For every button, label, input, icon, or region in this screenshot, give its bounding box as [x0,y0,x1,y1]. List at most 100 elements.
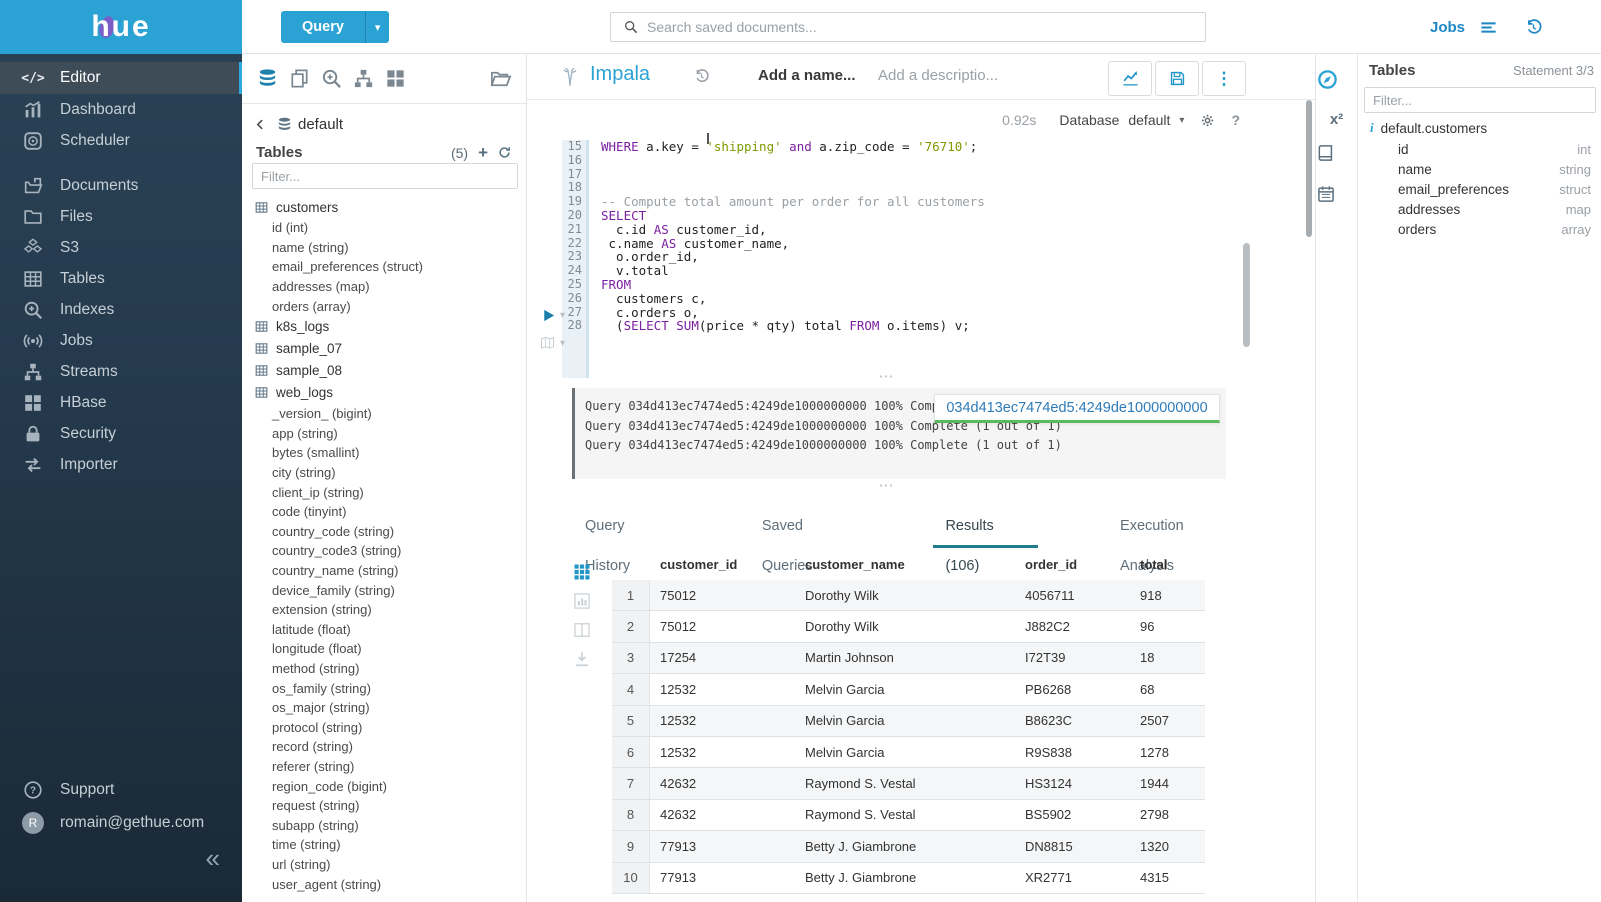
column-item[interactable]: method (string) [242,659,526,679]
info-icon[interactable]: i [1370,120,1374,136]
back-chevron-icon[interactable] [254,118,267,131]
column-item[interactable]: country_code3 (string) [242,541,526,561]
help-icon[interactable]: ? [1231,112,1240,128]
column-item[interactable]: country_code (string) [242,522,526,542]
hdfs-assist-icon[interactable] [352,67,375,90]
breadcrumb-database[interactable]: default [298,116,343,133]
assist-compass-icon[interactable] [1316,68,1339,91]
column-item[interactable]: os_major (string) [242,698,526,718]
right-column-item[interactable]: addressesmap [1358,200,1601,220]
chart-view-icon[interactable] [572,591,592,611]
column-item[interactable]: city (string) [242,463,526,483]
active-table-row[interactable]: i default.customers [1370,120,1487,136]
column-item[interactable]: id (int) [242,218,526,238]
refresh-tables-icon[interactable] [497,145,512,160]
columns-view-icon[interactable] [572,620,592,640]
collapse-sidebar-button[interactable]: « [0,840,242,902]
column-header[interactable]: total [1122,557,1205,572]
column-item[interactable]: client_ip (string) [242,482,526,502]
sidebar-item-jobs[interactable]: Jobs [0,325,242,356]
solr-assist-icon[interactable] [320,67,343,90]
language-docs-icon[interactable] [1316,143,1336,163]
column-item[interactable]: name (string) [242,238,526,258]
query-dropdown-caret-icon[interactable]: ▾ [365,11,390,43]
right-column-item[interactable]: ordersarray [1358,220,1601,240]
column-header[interactable]: order_id [1010,557,1122,572]
query-button-label[interactable]: Query [281,11,365,43]
column-item[interactable]: latitude (float) [242,620,526,640]
tab-execution-analysis[interactable]: Execution Analysis [1108,506,1245,548]
sidebar-item-indexes[interactable]: Indexes [0,294,242,325]
tab-results-106-[interactable]: Results (106) [933,506,1038,548]
code-editor[interactable]: 1516171819202122232425262728 WHERE a.key… [527,133,1257,378]
log-resize-handle[interactable]: ⋯ [857,372,917,382]
database-selector[interactable]: default [1128,112,1170,128]
functions-icon[interactable]: x² [1326,111,1348,128]
sidebar-item-tables[interactable]: Tables [0,263,242,294]
sidebar-item-security[interactable]: Security [0,418,242,449]
apps-assist-icon[interactable] [384,67,407,90]
column-item[interactable]: os_family (string) [242,678,526,698]
sidebar-item-s3[interactable]: S3 [0,232,242,263]
column-item[interactable]: referer (string) [242,757,526,777]
column-item[interactable]: time (string) [242,835,526,855]
right-panel-filter-input[interactable] [1364,87,1596,113]
column-item[interactable]: user_agent (string) [242,874,526,894]
results-resize-handle[interactable]: ⋯ [857,481,917,491]
column-item[interactable]: request (string) [242,796,526,816]
grid-view-icon[interactable] [572,562,592,582]
table-item[interactable]: sample_08 [242,360,526,382]
sidebar-item-files[interactable]: Files [0,201,242,232]
column-item[interactable]: code (tinyint) [242,502,526,522]
column-header[interactable]: customer_name [790,557,1010,572]
table-item[interactable]: customers [242,196,526,218]
sidebar-item-hbase[interactable]: HBase [0,387,242,418]
query-id-link[interactable]: 034d413ec7474ed5:4249de1000000000 [946,400,1207,416]
download-results-icon[interactable] [572,649,592,669]
settings-gear-icon[interactable] [1199,112,1216,129]
jobs-list-icon[interactable] [1479,18,1498,37]
table-item[interactable]: k8s_logs [242,316,526,338]
add-table-button[interactable]: + [478,146,488,160]
more-actions-button[interactable]: ⋮ [1202,61,1246,96]
sidebar-item-scheduler[interactable]: Scheduler [0,125,242,156]
right-column-item[interactable]: idint [1358,139,1601,159]
sidebar-item-support[interactable]: ? Support [0,774,242,805]
main-scrollbar[interactable] [1306,100,1312,237]
sidebar-item-user[interactable]: R romain@gethue.com [0,807,242,838]
book-options-caret-icon[interactable]: ▾ [560,338,565,349]
chart-settings-button[interactable] [1108,61,1152,96]
sidebar-item-documents[interactable]: Documents [0,170,242,201]
column-item[interactable]: bytes (smallint) [242,443,526,463]
jobs-link[interactable]: Jobs [1430,19,1465,36]
documents-assist-icon[interactable] [288,67,311,90]
table-item[interactable]: sample_07 [242,338,526,360]
query-name-field[interactable]: Add a name... [758,67,856,84]
schedule-icon[interactable] [1316,184,1336,204]
active-table-name[interactable]: default.customers [1381,121,1488,136]
column-item[interactable]: _version_ (bigint) [242,404,526,424]
engine-selector[interactable]: Impala [590,63,650,86]
column-item[interactable]: region_code (bigint) [242,776,526,796]
execute-options-caret-icon[interactable]: ▾ [560,310,565,321]
column-header[interactable]: customer_id [650,557,790,572]
right-column-item[interactable]: email_preferencesstruct [1358,179,1601,199]
column-item[interactable]: longitude (float) [242,639,526,659]
global-search-input[interactable] [647,19,1205,35]
code-scrollbar[interactable] [1243,243,1250,347]
tab-query-history[interactable]: Query History [573,506,680,548]
query-description-field[interactable]: Add a descriptio... [878,67,998,84]
open-folder-icon[interactable] [489,67,512,90]
column-item[interactable]: url (string) [242,855,526,875]
sidebar-item-importer[interactable]: Importer [0,449,242,480]
editor-history-icon[interactable] [693,68,710,85]
column-item[interactable]: record (string) [242,737,526,757]
column-item[interactable]: addresses (map) [242,277,526,297]
right-column-item[interactable]: namestring [1358,159,1601,179]
sidebar-item-streams[interactable]: Streams [0,356,242,387]
hue-logo[interactable]: hue [0,0,242,54]
column-item[interactable]: app (string) [242,424,526,444]
database-caret-icon[interactable]: ▾ [1179,115,1184,126]
sql-assist-icon[interactable] [256,67,279,90]
sidebar-item-dashboard[interactable]: Dashboard [0,94,242,125]
